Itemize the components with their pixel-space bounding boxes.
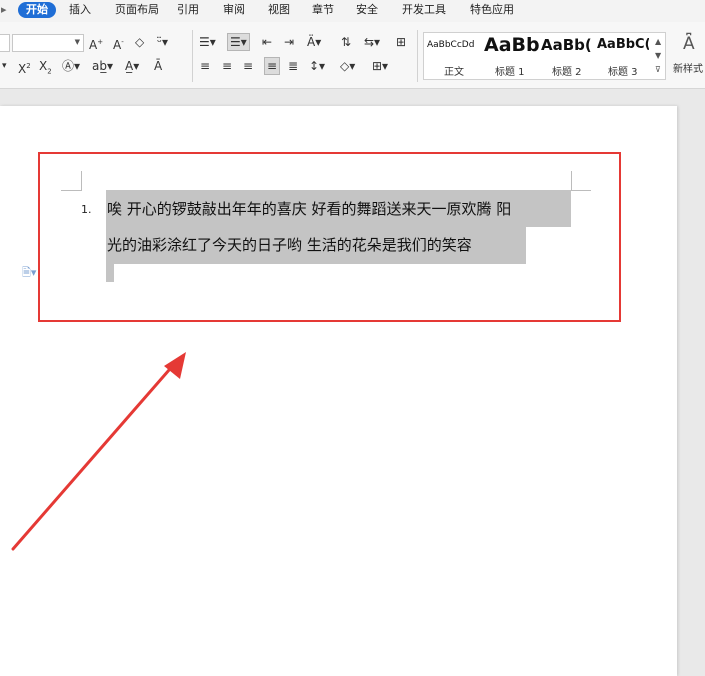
annotation-arrow-icon	[11, 352, 186, 551]
